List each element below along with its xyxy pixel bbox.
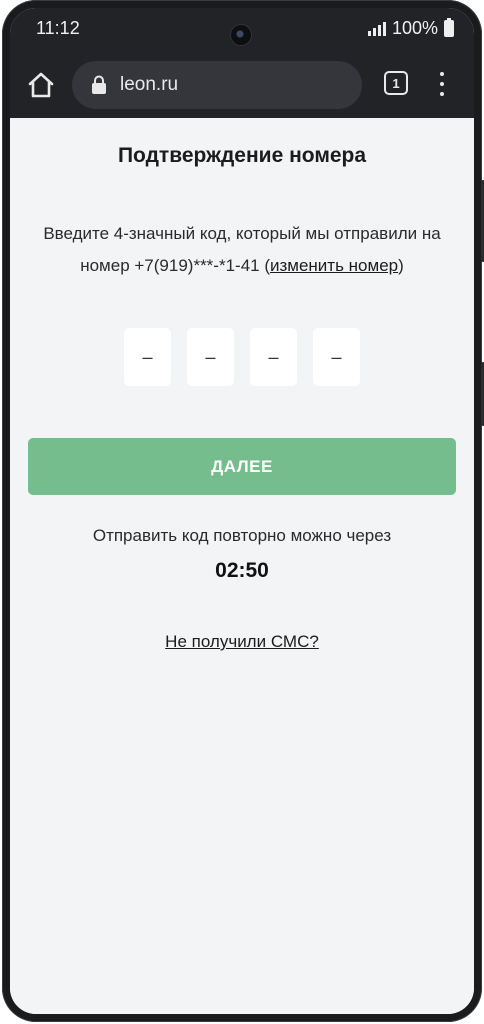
next-button[interactable]: ДАЛЕЕ (28, 438, 456, 495)
lock-icon (92, 75, 106, 94)
code-digit-4[interactable]: – (313, 328, 360, 386)
code-digit-3[interactable]: – (250, 328, 297, 386)
description-suffix: ) (398, 256, 404, 275)
url-text: leon.ru (120, 74, 179, 95)
phone-frame: 11:12 100% leon.ru 1 Подтверждение номер… (2, 0, 484, 1022)
no-sms-link[interactable]: Не получили СМС? (10, 632, 474, 652)
screen: 11:12 100% leon.ru 1 Подтверждение номер… (10, 8, 474, 1014)
url-bar[interactable]: leon.ru (72, 61, 362, 109)
signal-icon (367, 21, 386, 36)
resend-text: Отправить код повторно можно через (92, 526, 392, 545)
code-digit-2[interactable]: – (187, 328, 234, 386)
status-bar: 11:12 100% (10, 8, 474, 52)
code-digit-1[interactable]: – (124, 328, 171, 386)
battery-percent: 100% (391, 18, 438, 38)
resend-timer: 02:50 (215, 559, 269, 582)
code-description: Введите 4-значный код, который мы отправ… (20, 218, 464, 282)
tabs-icon[interactable]: 1 (384, 71, 408, 95)
change-number-link[interactable]: изменить номер (270, 256, 398, 275)
more-vert-icon[interactable] (434, 70, 450, 98)
status-time: 11:12 (36, 18, 80, 38)
browser-toolbar: leon.ru 1 (10, 52, 474, 118)
code-inputs: – – – – (124, 328, 360, 386)
status-indicators: 100% (367, 18, 454, 39)
home-icon[interactable] (24, 68, 58, 102)
front-camera (230, 24, 252, 46)
page-content: Подтверждение номера Введите 4-значный к… (10, 118, 474, 1014)
tab-count: 1 (392, 75, 400, 91)
battery-icon (444, 18, 454, 37)
page-title: Подтверждение номера (117, 144, 367, 167)
